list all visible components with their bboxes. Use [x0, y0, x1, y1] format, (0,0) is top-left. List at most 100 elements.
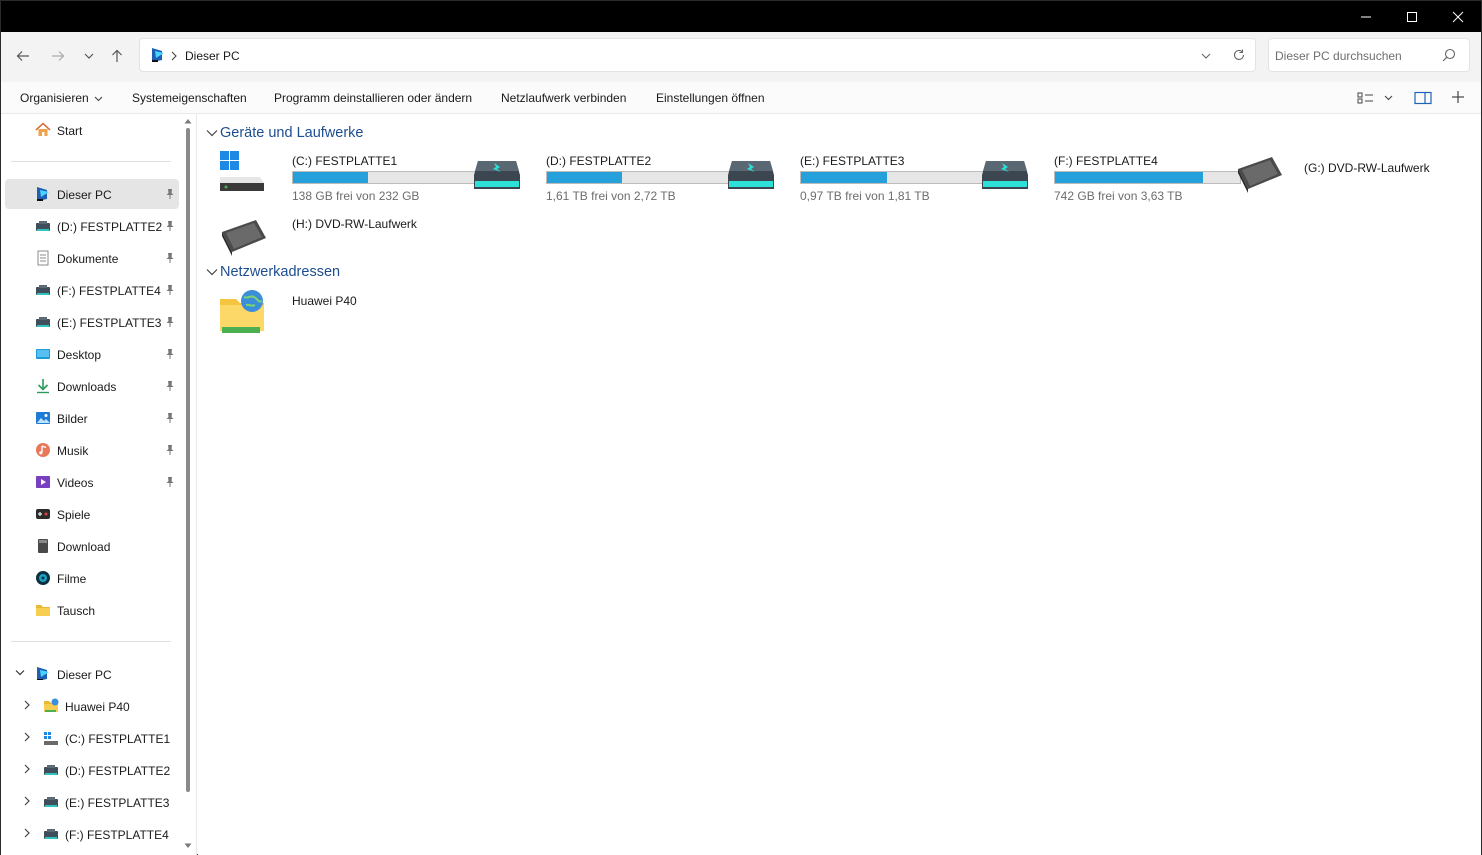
tree-item-c-festplatte1[interactable]: (C:) FESTPLATTE1 [5, 723, 179, 753]
sidebar-item-d-festplatte2[interactable]: (D:) FESTPLATTE2 [5, 211, 179, 241]
drive-g[interactable]: (G:) DVD-RW-Laufwerk [1234, 149, 1482, 205]
address-input[interactable]: Dieser PC [139, 38, 1256, 72]
pin-icon[interactable] [165, 316, 175, 328]
desktop-icon [36, 349, 50, 359]
drive-icon [35, 218, 51, 232]
sidebar-item-e-festplatte3[interactable]: (E:) FESTPLATTE3 [5, 307, 179, 337]
recent-locations-button[interactable] [75, 42, 103, 70]
download-icon [35, 378, 51, 394]
chevron-right-icon[interactable] [23, 796, 31, 806]
pin-icon[interactable] [165, 444, 175, 456]
minimize-button[interactable] [1343, 1, 1389, 32]
search-icon[interactable] [1442, 48, 1456, 62]
pin-icon[interactable] [165, 348, 175, 360]
pc-icon [37, 187, 49, 201]
back-button[interactable] [9, 42, 37, 70]
scroll-up-icon[interactable] [184, 118, 192, 124]
network-item-name: Huawei P40 [292, 294, 357, 308]
network-item-huawei-p40[interactable]: Huawei P40 [218, 289, 468, 345]
sidebar-item-bilder[interactable]: Bilder [5, 403, 179, 433]
pin-icon[interactable] [165, 380, 175, 392]
sidebar-item-tausch[interactable]: Tausch [5, 595, 179, 625]
pin-icon[interactable] [165, 220, 175, 232]
pin-icon[interactable] [165, 412, 175, 424]
tree-item-f-festplatte4[interactable]: (F:) FESTPLATTE4 [5, 819, 179, 849]
drive-icon [36, 285, 50, 295]
chevron-right-icon[interactable] [23, 700, 31, 710]
pc-icon [37, 667, 49, 680]
organize-menu[interactable]: Organisieren [20, 91, 103, 105]
drive-d[interactable]: (D:) FESTPLATTE2 1,61 TB frei von 2,72 TB [472, 149, 733, 205]
drive-name: (E:) FESTPLATTE3 [800, 154, 905, 168]
drive-h[interactable]: (H:) DVD-RW-Laufwerk [218, 212, 468, 268]
sidebar-item-filme[interactable]: Filme [5, 563, 179, 593]
close-button[interactable] [1435, 1, 1481, 32]
drive-f[interactable]: (F:) FESTPLATTE4 742 GB frei von 3,63 TB [980, 149, 1241, 205]
document-icon [37, 250, 49, 266]
drive-c[interactable]: (C:) FESTPLATTE1 138 GB frei von 232 GB [218, 149, 479, 205]
pin-icon[interactable] [165, 476, 175, 488]
drive-e[interactable]: (E:) FESTPLATTE3 0,97 TB frei von 1,81 TB [726, 149, 987, 205]
sidebar-divider [11, 161, 171, 162]
address-history-icon[interactable] [1200, 51, 1212, 61]
chevron-down-icon[interactable] [15, 669, 25, 677]
plus-icon [1452, 91, 1464, 103]
chevron-right-icon[interactable] [23, 828, 31, 838]
group-header-drives[interactable]: Geräte und Laufwerke [206, 125, 363, 141]
pictures-icon [35, 410, 51, 424]
tree-item-huawei-p40[interactable]: Huawei P40 [5, 691, 179, 721]
pin-icon[interactable] [165, 188, 175, 200]
details-pane-button[interactable] [1414, 91, 1432, 108]
drive-icon [35, 282, 51, 296]
tree-item-d-festplatte2[interactable]: (D:) FESTPLATTE2 [5, 755, 179, 785]
tree-item-e-festplatte3[interactable]: (E:) FESTPLATTE3 [5, 787, 179, 817]
up-button[interactable] [103, 42, 131, 70]
refresh-icon[interactable] [1232, 48, 1246, 62]
search-input[interactable]: Dieser PC durchsuchen [1268, 38, 1470, 72]
chevron-right-icon[interactable] [23, 764, 31, 774]
drive-name: (F:) FESTPLATTE4 [1054, 154, 1158, 168]
maximize-button[interactable] [1389, 1, 1435, 32]
drive-name: (G:) DVD-RW-Laufwerk [1304, 161, 1430, 175]
sidebar-item-start[interactable]: Start [5, 115, 179, 145]
games-icon [35, 506, 51, 520]
drive-icon [44, 829, 58, 839]
scroll-down-icon[interactable] [184, 843, 192, 849]
music-icon [36, 443, 50, 457]
maximize-icon [1407, 11, 1417, 22]
sidebar-item-downloads[interactable]: Downloads [5, 371, 179, 401]
sidebar-item-label: Start [57, 124, 83, 138]
chevron-right-icon[interactable] [23, 732, 31, 742]
pin-icon[interactable] [165, 252, 175, 264]
breadcrumb[interactable]: Dieser PC [185, 49, 240, 63]
sidebar-item-desktop[interactable]: Desktop [5, 339, 179, 369]
sidebar-item-musik[interactable]: Musik [5, 435, 179, 465]
content-pane: Geräte und Laufwerke (C:) FESTPLATTE1 138… [198, 114, 1481, 855]
sidebar-item-videos[interactable]: Videos [5, 467, 179, 497]
film-icon [36, 571, 50, 585]
pc-icon [35, 186, 51, 201]
view-options-button[interactable] [1357, 91, 1397, 105]
scrollbar-thumb[interactable] [186, 128, 190, 792]
drive-name: (C:) FESTPLATTE1 [292, 154, 398, 168]
navigation-pane: Start Dieser PC (D:) FESTPLATTE2 Dokumente… [1, 114, 197, 855]
title-bar [1, 1, 1481, 32]
sidebar-item-dieser-pc[interactable]: Dieser PC [5, 179, 179, 209]
system-drive-icon [44, 732, 58, 745]
sidebar-item-download[interactable]: Download [5, 531, 179, 561]
tree-item-this-pc[interactable]: Dieser PC [5, 659, 179, 689]
sidebar-item-dokumente[interactable]: Dokumente [5, 243, 179, 273]
pictures-icon [36, 412, 50, 424]
new-tab-button[interactable] [1451, 90, 1465, 107]
forward-button[interactable] [44, 42, 72, 70]
sidebar-item-f-festplatte4[interactable]: (F:) FESTPLATTE4 [5, 275, 179, 305]
sidebar-item-spiele[interactable]: Spiele [5, 499, 179, 529]
uninstall-button[interactable]: Programm deinstallieren oder ändern [274, 91, 472, 105]
pin-icon[interactable] [165, 284, 175, 296]
phone-folder-icon [44, 698, 59, 712]
map-network-drive-button[interactable]: Netzlaufwerk verbinden [501, 91, 626, 105]
sidebar-scrollbar[interactable] [184, 114, 192, 855]
open-settings-button[interactable]: Einstellungen öffnen [656, 91, 765, 105]
system-properties-button[interactable]: Systemeigenschaften [132, 91, 247, 105]
group-header-network[interactable]: Netzwerkadressen [206, 264, 340, 280]
